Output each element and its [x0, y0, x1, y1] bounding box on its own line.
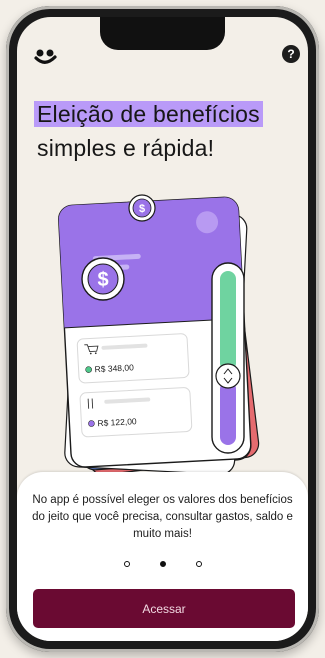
title-rest: simples e rápida!	[37, 135, 215, 161]
page-dot-3[interactable]	[195, 561, 202, 567]
smile-logo-icon	[34, 49, 57, 64]
pagination-dots[interactable]	[17, 561, 308, 567]
phone-mockup: ? Eleição de benefícios simples e rápida…	[0, 0, 325, 658]
camera-notch	[100, 17, 225, 50]
title-highlight: Eleição de benefícios	[34, 101, 263, 127]
small-dollar-coin-icon: $	[128, 194, 156, 222]
bottom-sheet: No app é possível eleger os valores dos …	[17, 472, 308, 641]
svg-text:$: $	[139, 203, 145, 215]
page-dot-1[interactable]	[123, 561, 130, 567]
dollar-coin-icon: $	[81, 257, 125, 301]
amount-value-2: R$ 122,00	[97, 416, 137, 428]
svg-text:$: $	[97, 269, 108, 291]
amount-value-1: R$ 348,00	[94, 362, 134, 374]
app-screen: ? Eleição de benefícios simples e rápida…	[17, 17, 308, 641]
amount-dot-purple	[88, 420, 95, 427]
slider-control	[211, 262, 245, 454]
help-button[interactable]: ?	[282, 45, 300, 63]
slider-handle-icon	[215, 363, 241, 389]
access-button[interactable]: Acessar	[33, 589, 295, 628]
description-text: No app é possível eleger os valores dos …	[32, 494, 293, 540]
page-dot-2[interactable]	[159, 561, 166, 567]
benefits-illustration: R$ 348,00 R$ 122,00 $ $	[58, 194, 260, 476]
amount-dot-green	[85, 366, 92, 373]
page-title: Eleição de benefícios simples e rápida!	[34, 97, 297, 165]
